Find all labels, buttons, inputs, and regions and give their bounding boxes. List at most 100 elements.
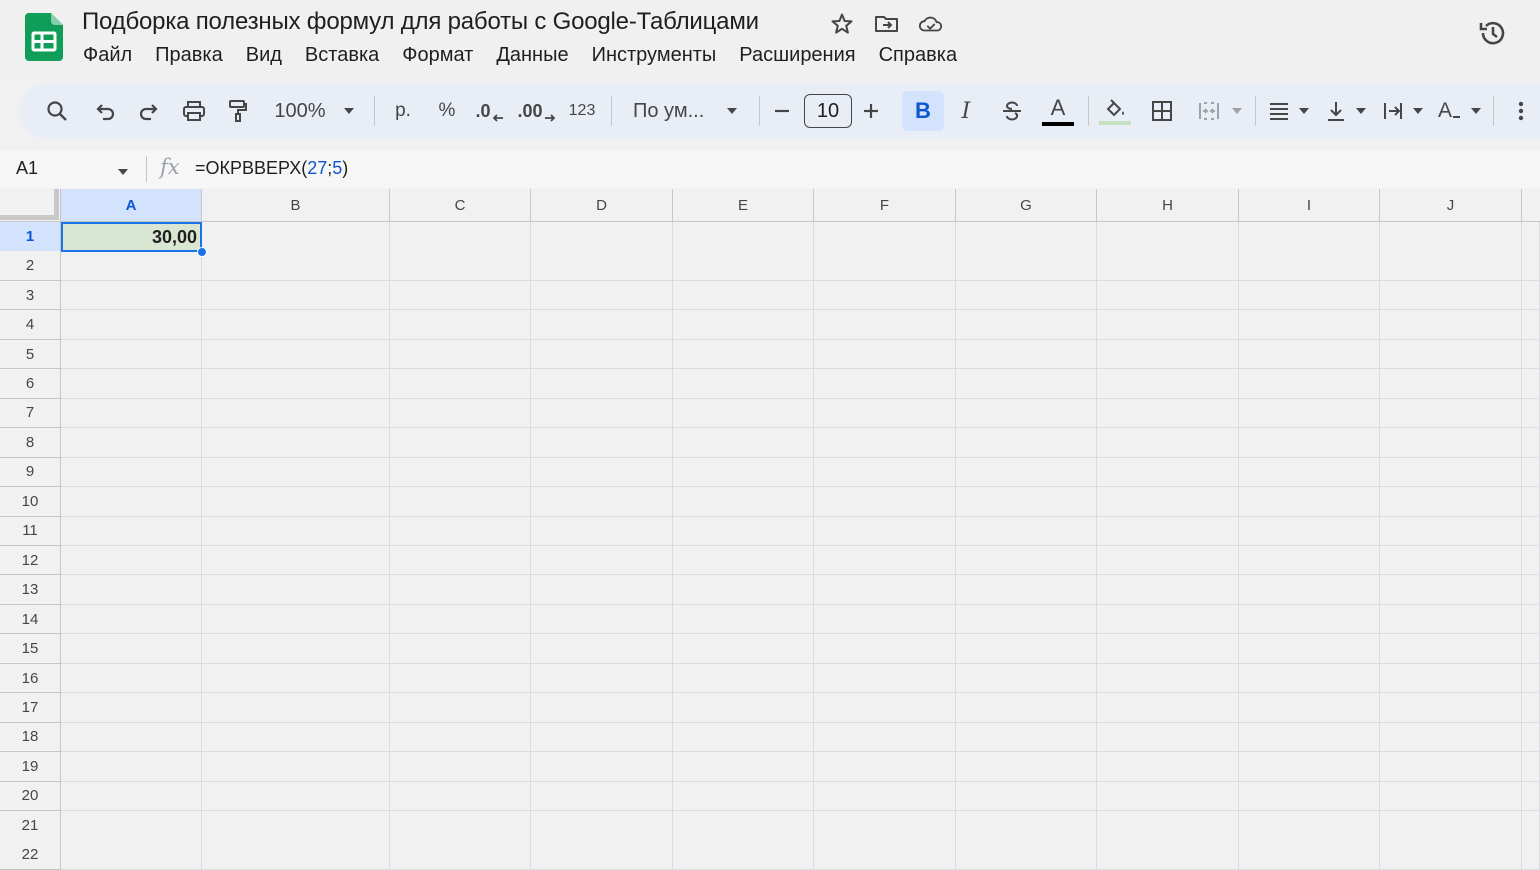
grid-cell[interactable] <box>673 280 814 311</box>
grid-cell[interactable] <box>1097 369 1239 399</box>
grid-cell[interactable] <box>1522 310 1540 340</box>
grid-cell[interactable] <box>1380 575 1522 605</box>
column-header-c[interactable]: C <box>390 189 531 222</box>
grid-cell[interactable] <box>390 369 531 399</box>
paint-format-icon[interactable] <box>220 91 256 131</box>
grid-cell[interactable] <box>1239 222 1380 252</box>
grid-cell[interactable] <box>202 369 390 399</box>
row-header-14[interactable]: 14 <box>0 604 61 635</box>
grid-cell[interactable] <box>673 663 814 694</box>
menu-view[interactable]: Вид <box>246 44 282 67</box>
grid-cell[interactable] <box>814 428 956 458</box>
spreadsheet-grid[interactable]: ABCDEFGHIJ 1 2 3 4 5 6 7 8 9 10 11 12 13 14 15 16 17 18 19… <box>0 189 1540 870</box>
column-header-h[interactable]: H <box>1097 189 1239 222</box>
grid-cell[interactable] <box>1522 457 1540 488</box>
grid-cell[interactable] <box>390 811 531 841</box>
grid-cell[interactable] <box>390 604 531 635</box>
grid-cell[interactable] <box>956 811 1097 841</box>
column-header-a[interactable]: A <box>61 189 202 222</box>
grid-cell[interactable] <box>956 369 1097 399</box>
grid-cell[interactable] <box>202 487 390 517</box>
grid-cell[interactable] <box>673 634 814 664</box>
grid-cell[interactable] <box>1097 428 1239 458</box>
grid-cell[interactable] <box>202 604 390 635</box>
menu-extensions[interactable]: Расширения <box>739 44 855 67</box>
grid-cell[interactable] <box>1239 663 1380 694</box>
grid-cell[interactable] <box>202 722 390 753</box>
grid-cell[interactable] <box>1522 545 1540 576</box>
decrease-decimal-button[interactable]: .0 <box>472 91 508 131</box>
merge-chevron-down-icon[interactable] <box>1227 91 1247 131</box>
grid-cell[interactable] <box>531 222 673 252</box>
grid-cell[interactable] <box>531 369 673 399</box>
grid-cell[interactable] <box>814 280 956 311</box>
grid-cell[interactable] <box>814 457 956 488</box>
grid-cell[interactable] <box>1380 516 1522 546</box>
grid-cell[interactable] <box>1097 516 1239 546</box>
grid-cell[interactable] <box>1522 722 1540 753</box>
grid-cell[interactable] <box>1239 752 1380 782</box>
grid-cell[interactable] <box>390 457 531 488</box>
grid-cell[interactable] <box>61 487 202 517</box>
grid-cell[interactable] <box>673 339 814 370</box>
grid-cell[interactable] <box>390 398 531 429</box>
grid-cell[interactable] <box>202 280 390 311</box>
grid-cell[interactable] <box>673 251 814 281</box>
grid-cell[interactable] <box>673 516 814 546</box>
grid-cell[interactable] <box>956 752 1097 782</box>
bold-button[interactable]: B <box>902 91 944 131</box>
row-header-1[interactable]: 1 <box>0 222 61 252</box>
row-header-9[interactable]: 9 <box>0 457 61 488</box>
row-header-17[interactable]: 17 <box>0 693 61 723</box>
grid-cell[interactable] <box>956 545 1097 576</box>
grid-cell[interactable] <box>814 251 956 281</box>
wrap-chevron-down-icon[interactable] <box>1408 91 1428 131</box>
grid-cell[interactable] <box>390 722 531 753</box>
column-header-d[interactable]: D <box>531 189 673 222</box>
column-header-j[interactable]: J <box>1380 189 1522 222</box>
zoom-select[interactable]: 100% <box>269 91 331 131</box>
grid-cell[interactable] <box>956 339 1097 370</box>
grid-cell[interactable] <box>814 369 956 399</box>
column-header-i[interactable]: I <box>1239 189 1380 222</box>
grid-cell[interactable] <box>814 722 956 753</box>
grid-cell[interactable] <box>1097 575 1239 605</box>
grid-cell[interactable] <box>390 752 531 782</box>
grid-cell[interactable] <box>390 428 531 458</box>
grid-cell[interactable] <box>1239 339 1380 370</box>
grid-cell[interactable] <box>61 693 202 723</box>
valign-chevron-down-icon[interactable] <box>1351 91 1371 131</box>
grid-cell[interactable] <box>61 752 202 782</box>
grid-cell[interactable] <box>202 781 390 812</box>
grid-cell[interactable] <box>202 428 390 458</box>
grid-cell[interactable] <box>1239 722 1380 753</box>
grid-cell[interactable] <box>1380 222 1522 252</box>
row-header-5[interactable]: 5 <box>0 339 61 370</box>
grid-cell[interactable] <box>202 222 390 252</box>
grid-cell[interactable] <box>1097 604 1239 635</box>
grid-cell[interactable] <box>531 251 673 281</box>
row-header-21[interactable]: 21 <box>0 811 61 841</box>
grid-cell[interactable] <box>956 516 1097 546</box>
text-wrap-icon[interactable] <box>1375 91 1411 131</box>
grid-cell[interactable] <box>202 634 390 664</box>
redo-icon[interactable] <box>131 91 167 131</box>
grid-cell[interactable] <box>956 722 1097 753</box>
grid-cell[interactable] <box>202 251 390 281</box>
grid-cell[interactable] <box>531 634 673 664</box>
grid-cell[interactable] <box>673 457 814 488</box>
grid-cell[interactable] <box>61 634 202 664</box>
grid-cell[interactable] <box>1522 516 1540 546</box>
grid-cell[interactable] <box>1097 781 1239 812</box>
row-header-16[interactable]: 16 <box>0 663 61 694</box>
grid-cell[interactable] <box>1380 428 1522 458</box>
grid-cell[interactable] <box>1522 781 1540 812</box>
grid-cell[interactable] <box>814 398 956 429</box>
sheets-logo-icon[interactable] <box>25 13 63 61</box>
menu-help[interactable]: Справка <box>879 44 957 67</box>
grid-cell[interactable] <box>1097 663 1239 694</box>
text-rotation-button[interactable]: A <box>1432 91 1468 131</box>
grid-cell[interactable] <box>390 487 531 517</box>
font-size-input[interactable]: 10 <box>804 94 852 128</box>
grid-cell[interactable] <box>1522 428 1540 458</box>
